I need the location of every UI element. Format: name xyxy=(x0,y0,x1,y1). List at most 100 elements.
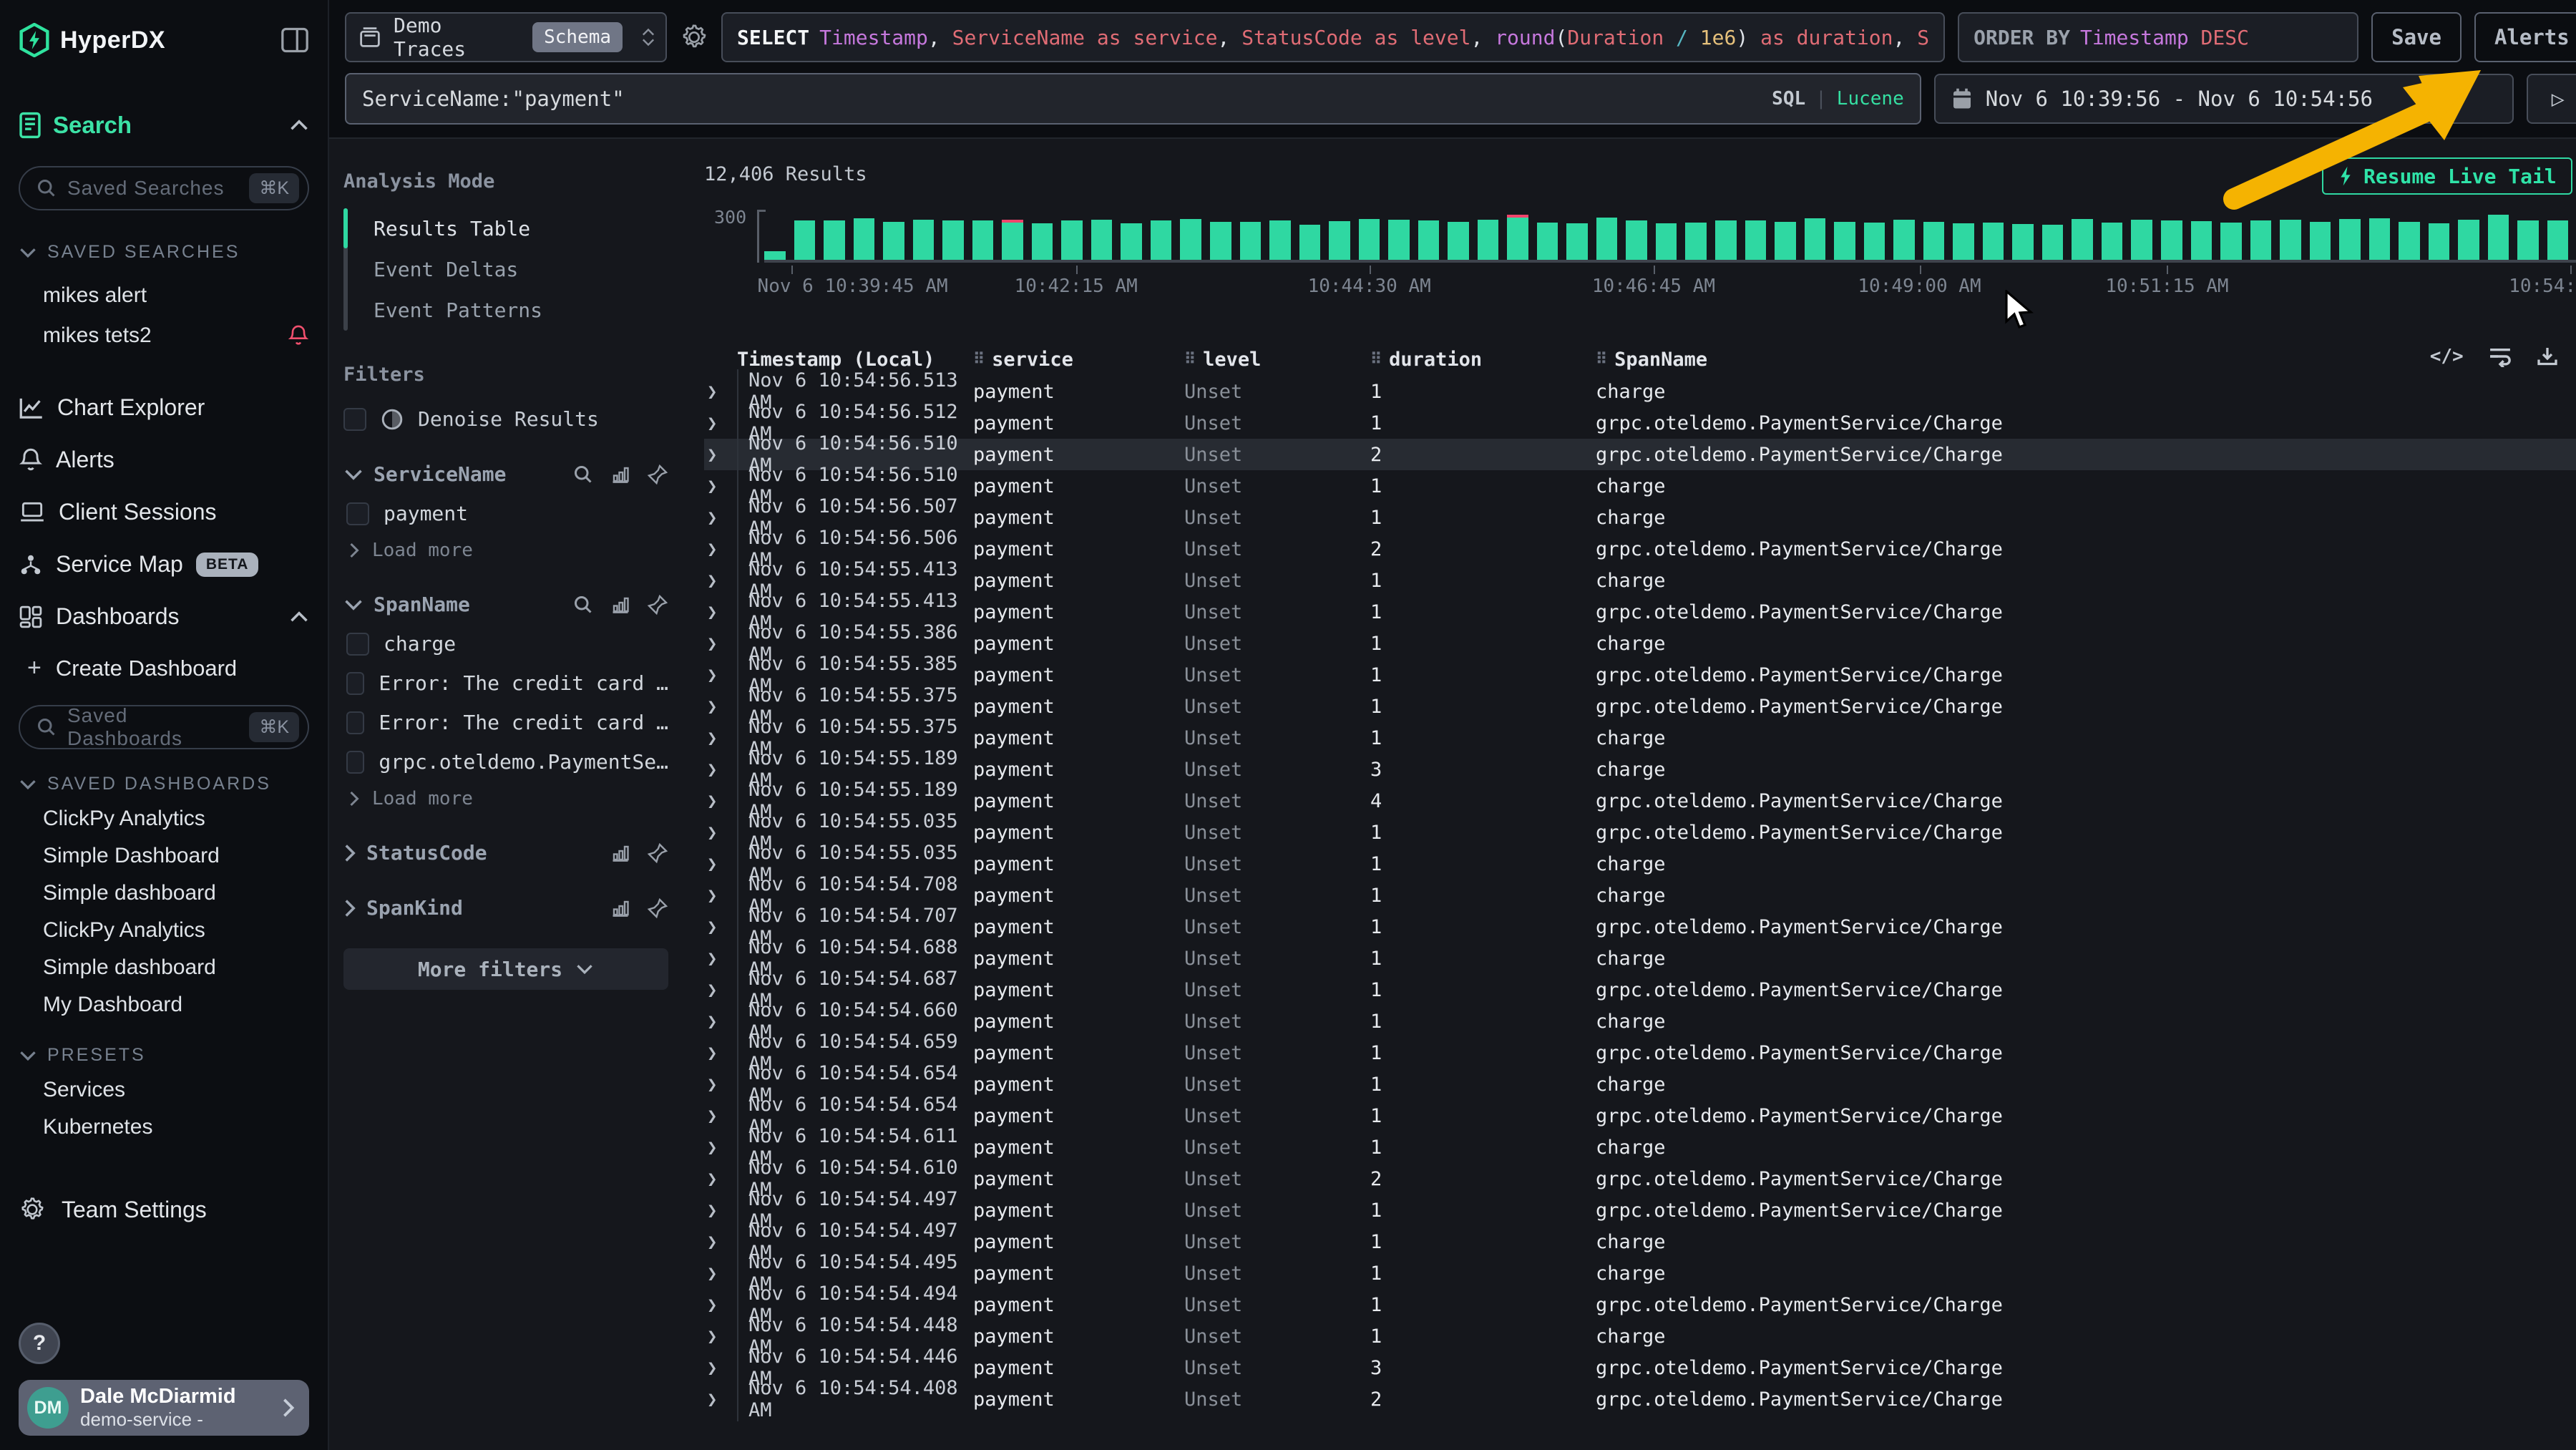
table-row[interactable]: ❯Nov 6 10:54:56.510 AMpaymentUnset2grpc.… xyxy=(704,439,2576,470)
filter-value-row[interactable]: grpc.oteldemo.PaymentSe… xyxy=(343,750,668,774)
row-expander-icon[interactable]: ❯ xyxy=(704,1326,737,1346)
filter-group-spanname[interactable]: SpanName xyxy=(343,593,668,616)
pin-icon[interactable] xyxy=(647,464,668,485)
table-row[interactable]: ❯Nov 6 10:54:54.688 AMpaymentUnset1charg… xyxy=(704,943,2576,974)
filter-group-spankind[interactable]: SpanKind xyxy=(343,896,668,920)
table-row[interactable]: ❯Nov 6 10:54:54.610 AMpaymentUnset2grpc.… xyxy=(704,1163,2576,1194)
column-header-level[interactable]: ⠿level xyxy=(1184,349,1370,371)
histogram-bar[interactable] xyxy=(794,220,816,260)
histogram-bar[interactable] xyxy=(1715,220,1737,260)
filter-value-row[interactable]: Error: The credit card … xyxy=(343,671,668,695)
table-row[interactable]: ❯Nov 6 10:54:54.497 AMpaymentUnset1charg… xyxy=(704,1226,2576,1257)
table-row[interactable]: ❯Nov 6 10:54:55.413 AMpaymentUnset1charg… xyxy=(704,565,2576,596)
histogram-bar[interactable] xyxy=(913,220,935,260)
column-header-spanname[interactable]: ⠿SpanName xyxy=(1596,349,2576,371)
chevron-down-icon[interactable] xyxy=(343,598,364,611)
select-clause-input[interactable]: SELECT Timestamp, ServiceName as service… xyxy=(721,12,1945,62)
histogram-bar[interactable] xyxy=(2339,219,2361,260)
histogram-bar[interactable] xyxy=(1478,220,1499,260)
nav-item-service-map[interactable]: Service MapBETA xyxy=(19,541,309,588)
histogram-bar[interactable] xyxy=(1210,222,1231,260)
histogram-bar[interactable] xyxy=(1834,222,1855,260)
saved-dashboard-item[interactable]: Simple dashboard xyxy=(19,875,309,912)
histogram-bar[interactable] xyxy=(883,222,904,260)
filter-checkbox[interactable] xyxy=(346,711,364,734)
filter-checkbox[interactable] xyxy=(346,633,369,656)
row-expander-icon[interactable]: ❯ xyxy=(704,696,737,716)
row-expander-icon[interactable]: ❯ xyxy=(704,1106,737,1126)
column-header-duration[interactable]: ⠿duration xyxy=(1370,349,1596,371)
saved-dashboard-item[interactable]: Simple Dashboard xyxy=(19,837,309,875)
row-expander-icon[interactable]: ❯ xyxy=(704,917,737,937)
team-settings-button[interactable]: Team Settings xyxy=(19,1196,309,1223)
analysis-mode-event-deltas[interactable]: Event Deltas xyxy=(348,249,542,290)
search-icon[interactable] xyxy=(572,594,594,615)
sidebar-collapse-icon[interactable] xyxy=(280,27,309,53)
table-row[interactable]: ❯Nov 6 10:54:55.189 AMpaymentUnset4grpc.… xyxy=(704,785,2576,817)
drag-handle-icon[interactable]: ⠿ xyxy=(1370,351,1382,369)
table-row[interactable]: ❯Nov 6 10:54:54.494 AMpaymentUnset1grpc.… xyxy=(704,1289,2576,1320)
filter-value-row[interactable]: charge xyxy=(343,632,668,656)
histogram-bar[interactable] xyxy=(1775,222,1796,260)
histogram-bar[interactable] xyxy=(2131,220,2152,260)
row-expander-icon[interactable]: ❯ xyxy=(704,1137,737,1157)
histogram-bar[interactable] xyxy=(1032,223,1053,260)
table-row[interactable]: ❯Nov 6 10:54:55.375 AMpaymentUnset1grpc.… xyxy=(704,691,2576,722)
table-row[interactable]: ❯Nov 6 10:54:54.654 AMpaymentUnset1charg… xyxy=(704,1069,2576,1100)
row-expander-icon[interactable]: ❯ xyxy=(704,381,737,402)
row-expander-icon[interactable]: ❯ xyxy=(704,665,737,685)
histogram-bar[interactable] xyxy=(2280,220,2301,260)
row-expander-icon[interactable]: ❯ xyxy=(704,854,737,874)
row-expander-icon[interactable]: ❯ xyxy=(704,444,737,464)
saved-dashboard-item[interactable]: ClickPy Analytics xyxy=(19,912,309,949)
histogram-bar[interactable] xyxy=(942,220,964,260)
histogram-bar[interactable] xyxy=(1596,218,1618,260)
denoise-checkbox[interactable] xyxy=(343,408,366,431)
histogram-bar[interactable] xyxy=(1388,220,1410,260)
table-row[interactable]: ❯Nov 6 10:54:55.035 AMpaymentUnset1grpc.… xyxy=(704,817,2576,848)
table-row[interactable]: ❯Nov 6 10:54:54.654 AMpaymentUnset1grpc.… xyxy=(704,1100,2576,1132)
table-row[interactable]: ❯Nov 6 10:54:54.687 AMpaymentUnset1grpc.… xyxy=(704,974,2576,1006)
histogram-bar[interactable] xyxy=(2012,224,2034,260)
help-button[interactable]: ? xyxy=(19,1323,60,1364)
histogram-bar[interactable] xyxy=(2458,220,2479,260)
filter-value-row[interactable]: Error: The credit card … xyxy=(343,711,668,734)
search-query-input[interactable]: ServiceName:"payment" SQL | Lucene xyxy=(345,73,1921,125)
histogram-bar[interactable] xyxy=(2310,222,2331,260)
drag-handle-icon[interactable]: ⠿ xyxy=(973,351,985,369)
pin-icon[interactable] xyxy=(647,594,668,615)
row-expander-icon[interactable]: ❯ xyxy=(704,633,737,653)
table-row[interactable]: ❯Nov 6 10:54:55.385 AMpaymentUnset1grpc.… xyxy=(704,659,2576,691)
histogram-bar[interactable] xyxy=(1329,221,1350,260)
filter-group-servicename[interactable]: ServiceName xyxy=(343,462,668,486)
histogram-bar[interactable] xyxy=(1507,215,1528,260)
histogram-bar[interactable] xyxy=(972,220,994,260)
histogram-bar[interactable] xyxy=(1953,223,1974,260)
date-range-picker[interactable]: Nov 6 10:39:56 - Nov 6 10:54:56 xyxy=(1934,74,2514,124)
histogram-bar[interactable] xyxy=(2399,222,2420,260)
bar-chart-icon[interactable] xyxy=(610,842,631,864)
table-row[interactable]: ❯Nov 6 10:54:54.611 AMpaymentUnset1charg… xyxy=(704,1132,2576,1163)
nav-item-alerts[interactable]: Alerts xyxy=(19,437,309,483)
filter-checkbox[interactable] xyxy=(346,751,364,774)
table-row[interactable]: ❯Nov 6 10:54:56.506 AMpaymentUnset2grpc.… xyxy=(704,533,2576,565)
presets-group[interactable]: PRESETS xyxy=(19,1045,309,1066)
histogram-bar[interactable] xyxy=(2517,220,2539,260)
saved-dashboard-item[interactable]: Simple dashboard xyxy=(19,949,309,986)
histogram-bar[interactable] xyxy=(2220,223,2242,260)
row-expander-icon[interactable]: ❯ xyxy=(704,1074,737,1094)
denoise-toggle[interactable]: Denoise Results xyxy=(343,407,668,431)
saved-dashboards-group[interactable]: SAVED DASHBOARDS xyxy=(19,774,309,794)
histogram-bar[interactable] xyxy=(2042,225,2064,260)
bar-chart-icon[interactable] xyxy=(610,594,631,615)
saved-searches-group[interactable]: SAVED SEARCHES xyxy=(19,242,309,263)
preset-item[interactable]: Kubernetes xyxy=(19,1109,309,1146)
nav-item-dashboards[interactable]: Dashboards xyxy=(19,593,309,640)
row-expander-icon[interactable]: ❯ xyxy=(704,948,737,968)
histogram-bar[interactable] xyxy=(1151,220,1172,260)
histogram-bar[interactable] xyxy=(2191,221,2212,260)
row-expander-icon[interactable]: ❯ xyxy=(704,1358,737,1378)
table-row[interactable]: ❯Nov 6 10:54:55.189 AMpaymentUnset3charg… xyxy=(704,754,2576,785)
histogram-bar[interactable] xyxy=(1121,223,1142,260)
histogram-bar[interactable] xyxy=(2161,220,2182,260)
